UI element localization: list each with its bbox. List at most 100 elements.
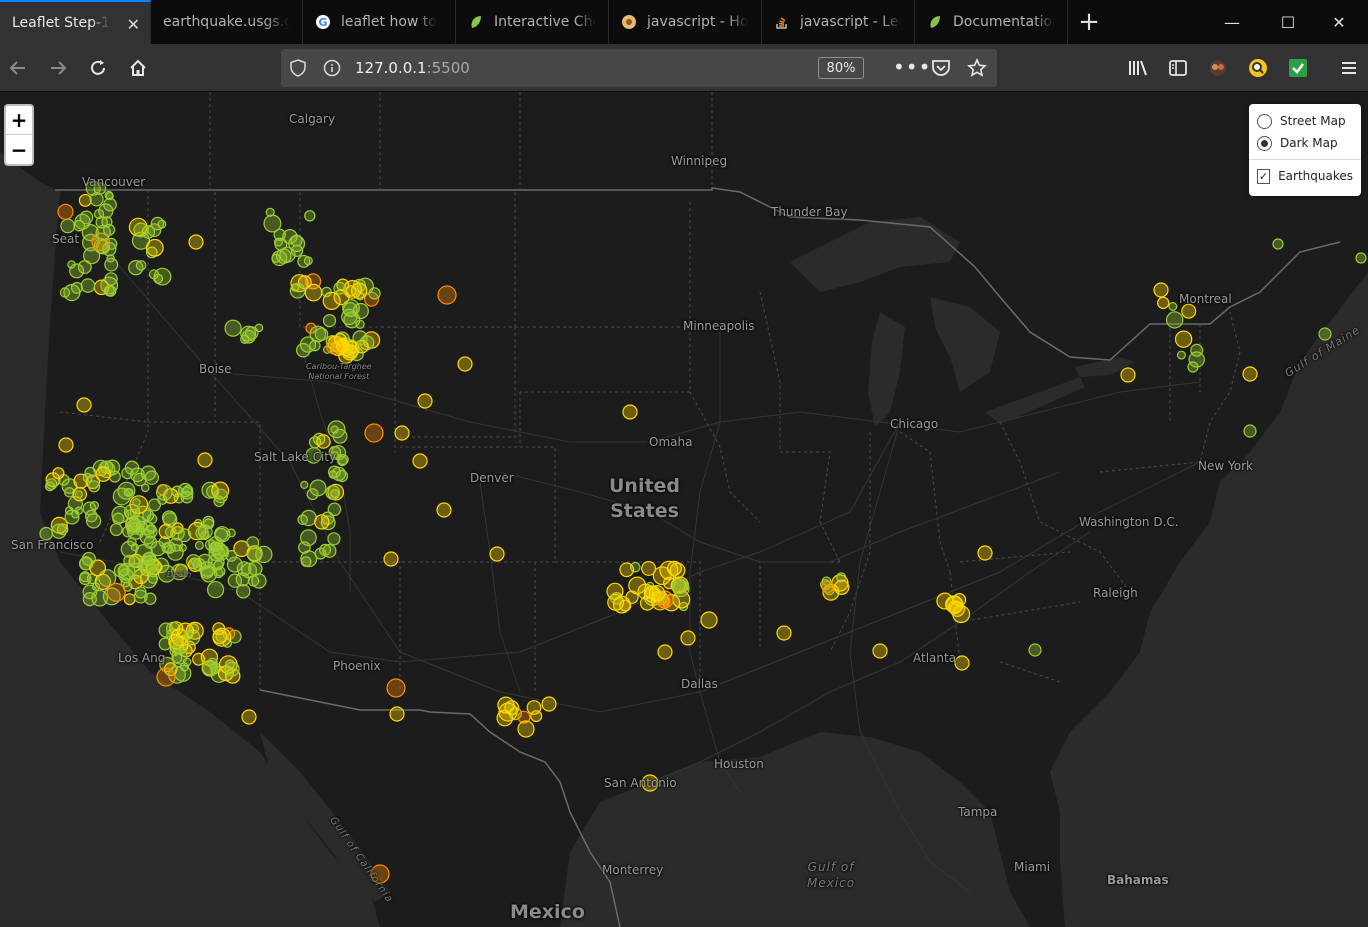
earthquake-marker[interactable]: [102, 241, 117, 257]
earthquake-marker[interactable]: [351, 282, 368, 299]
earthquake-marker[interactable]: [134, 586, 147, 599]
earthquake-marker[interactable]: [671, 578, 688, 595]
earthquake-marker[interactable]: [129, 515, 146, 532]
earthquake-marker[interactable]: [74, 213, 91, 230]
earthquake-marker[interactable]: [74, 490, 84, 499]
earthquake-marker[interactable]: [177, 528, 192, 543]
earthquake-marker[interactable]: [123, 593, 136, 606]
earthquake-marker[interactable]: [541, 696, 557, 712]
info-icon[interactable]: [323, 59, 341, 81]
earthquake-marker[interactable]: [412, 453, 428, 469]
earthquake-marker[interactable]: [210, 542, 221, 552]
tab-earthquake-usgs[interactable]: earthquake.usgs.gov: [151, 0, 303, 44]
earthquake-marker[interactable]: [457, 356, 473, 372]
extension-icon[interactable]: [1202, 52, 1234, 84]
earthquake-marker[interactable]: [263, 214, 282, 233]
earthquake-marker[interactable]: [144, 470, 159, 485]
earthquake-marker[interactable]: [157, 219, 167, 229]
earthquake-marker[interactable]: [67, 260, 76, 269]
earthquake-marker[interactable]: [265, 207, 275, 217]
earthquake-marker[interactable]: [241, 709, 257, 725]
earthquake-marker[interactable]: [641, 561, 657, 577]
earthquake-marker[interactable]: [834, 579, 850, 595]
earthquake-marker[interactable]: [224, 661, 240, 677]
earthquake-marker[interactable]: [225, 550, 238, 562]
earthquake-marker[interactable]: [80, 278, 96, 293]
earthquake-marker[interactable]: [383, 551, 399, 567]
earthquake-marker[interactable]: [341, 308, 358, 326]
earthquake-marker[interactable]: [309, 479, 327, 497]
close-window-icon[interactable]: ✕: [1310, 0, 1368, 44]
earthquake-marker[interactable]: [95, 215, 108, 229]
earthquake-marker[interactable]: [297, 514, 308, 526]
earthquake-marker[interactable]: [81, 551, 97, 567]
earthquake-marker[interactable]: [275, 248, 292, 264]
minimize-icon[interactable]: —: [1203, 0, 1261, 44]
tab-leaflet-how-to[interactable]: G leaflet how to: [303, 0, 456, 44]
zoom-level-button[interactable]: 80%: [818, 57, 864, 79]
earthquake-marker[interactable]: [322, 314, 337, 328]
earthquake-marker[interactable]: [659, 560, 679, 580]
earthquake-marker[interactable]: [109, 523, 123, 537]
zoom-out-button[interactable]: −: [6, 135, 32, 164]
earthquake-marker[interactable]: [246, 536, 260, 550]
earthquake-marker[interactable]: [1028, 643, 1042, 657]
earthquake-marker[interactable]: [1165, 311, 1184, 329]
earthquake-marker[interactable]: [100, 276, 119, 295]
earthquake-marker[interactable]: [304, 283, 323, 302]
earthquake-marker[interactable]: [192, 652, 206, 666]
earthquake-marker[interactable]: [680, 630, 696, 646]
earthquake-marker[interactable]: [112, 512, 125, 525]
earthquake-marker[interactable]: [103, 197, 117, 212]
earthquakes-overlay-option[interactable]: ✓ Earthquakes: [1257, 165, 1353, 187]
earthquake-marker[interactable]: [355, 319, 365, 329]
url-text[interactable]: 127.0.0.1:5500: [355, 59, 470, 77]
earthquake-marker[interactable]: [872, 643, 888, 659]
earthquake-marker[interactable]: [489, 546, 505, 562]
earthquake-marker[interactable]: [526, 700, 542, 715]
earthquake-marker[interactable]: [1242, 366, 1258, 382]
earthquake-marker[interactable]: [227, 573, 243, 588]
tab-documentation[interactable]: Documentation: [915, 0, 1068, 44]
tab-javascript-lea[interactable]: javascript - Lea: [762, 0, 915, 44]
earthquake-marker[interactable]: [244, 326, 259, 340]
earthquake-marker[interactable]: [498, 702, 518, 722]
earthquake-marker[interactable]: [117, 481, 136, 500]
earthquake-marker[interactable]: [333, 281, 347, 295]
earthquake-marker[interactable]: [300, 480, 309, 489]
earthquake-marker[interactable]: [364, 423, 384, 443]
street-map-radio[interactable]: [1257, 113, 1272, 129]
earthquake-marker[interactable]: [945, 595, 964, 614]
street-map-option[interactable]: Street Map: [1257, 110, 1353, 132]
library-icon[interactable]: [1122, 52, 1154, 84]
earthquake-marker[interactable]: [213, 560, 224, 571]
earthquake-marker[interactable]: [156, 667, 176, 687]
earthquake-marker[interactable]: [164, 526, 177, 538]
earthquake-marker[interactable]: [289, 282, 306, 299]
earthquake-marker[interactable]: [153, 267, 172, 286]
earthquake-marker[interactable]: [1168, 302, 1178, 312]
close-icon[interactable]: ✕: [127, 15, 140, 34]
dark-map-radio[interactable]: [1257, 135, 1272, 151]
earthquake-marker[interactable]: [197, 452, 213, 468]
earthquake-marker[interactable]: [212, 622, 226, 636]
earthquake-marker[interactable]: [517, 720, 535, 738]
earthquake-marker[interactable]: [64, 506, 74, 515]
forward-icon[interactable]: [42, 52, 74, 84]
earthquake-marker[interactable]: [1355, 252, 1367, 264]
url-bar[interactable]: 127.0.0.1:5500 80% •••: [281, 49, 997, 87]
earthquake-marker[interactable]: [57, 203, 74, 220]
search-extension-icon[interactable]: [1242, 52, 1274, 84]
earthquake-marker[interactable]: [619, 562, 635, 578]
earthquake-marker[interactable]: [368, 287, 381, 300]
earthquake-marker[interactable]: [1153, 282, 1169, 298]
earthquake-marker[interactable]: [141, 483, 150, 493]
earthquake-marker[interactable]: [327, 532, 341, 546]
shield-icon[interactable]: [289, 59, 307, 81]
earthquake-marker[interactable]: [133, 222, 149, 238]
tab-javascript-ho[interactable]: javascript - Ho: [609, 0, 762, 44]
earthquake-marker[interactable]: [1174, 330, 1193, 348]
earthquake-marker[interactable]: [437, 285, 457, 305]
earthquake-marker[interactable]: [145, 238, 164, 257]
earthquake-marker[interactable]: [91, 582, 101, 591]
